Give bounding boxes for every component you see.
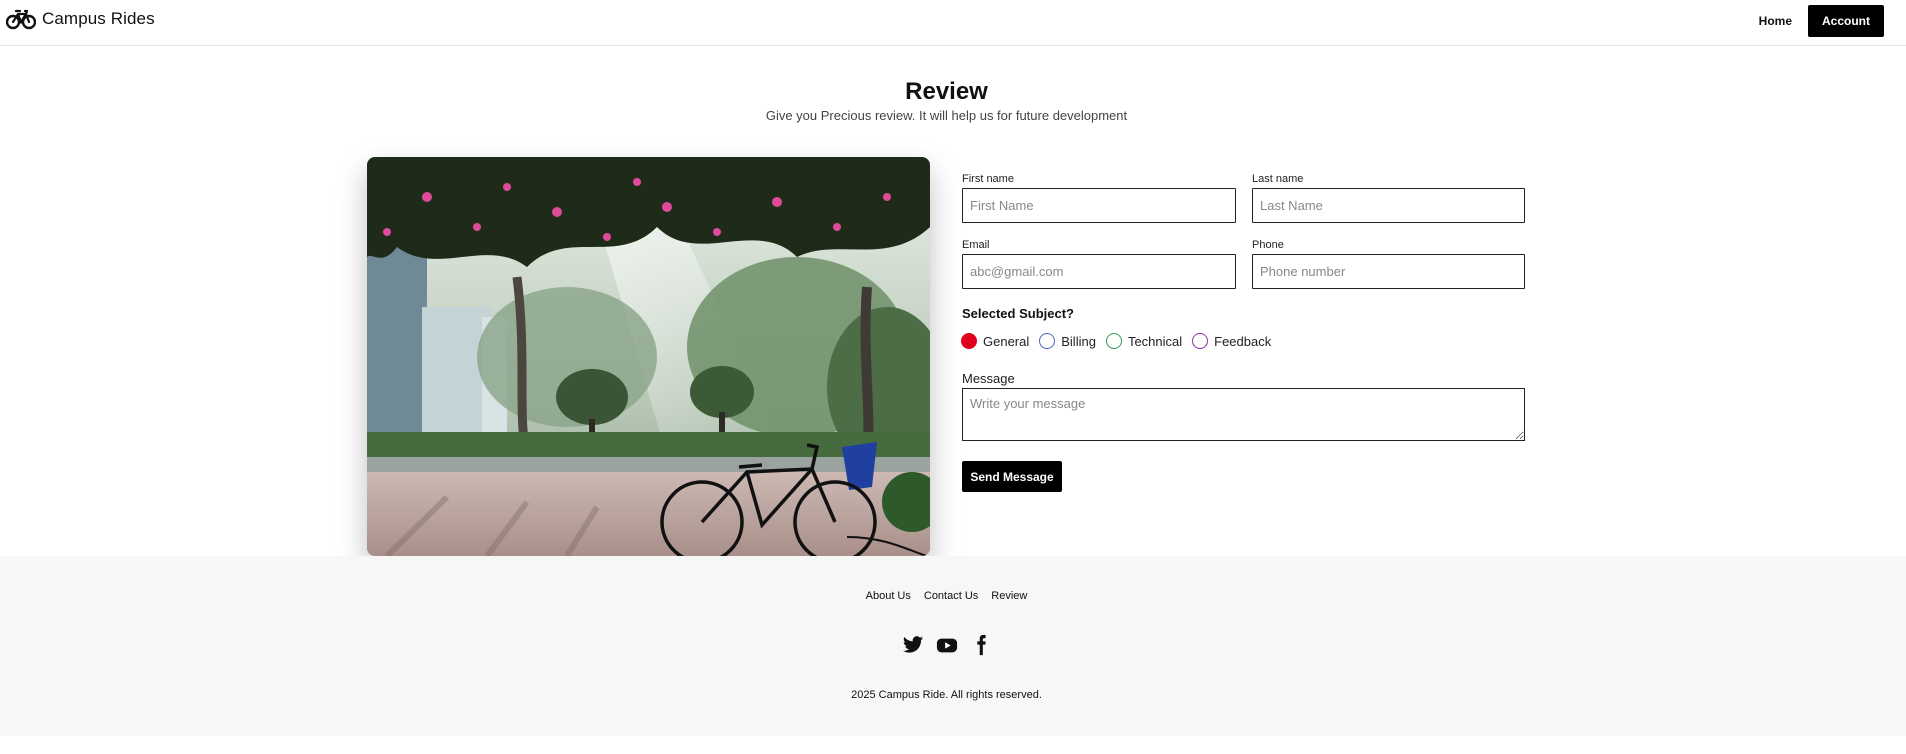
footer-link-contact[interactable]: Contact Us [924, 590, 978, 602]
page-title: Review [905, 78, 988, 105]
bicycle-icon [6, 9, 36, 30]
copyright-text: 2025 Campus Ride. All rights reserved. [851, 689, 1042, 701]
brand-logo-link[interactable]: Campus Rides [6, 8, 155, 30]
footer-links: About Us Contact Us Review [0, 590, 1893, 602]
message-label: Message [962, 371, 1015, 386]
subject-feedback-label: Feedback [1214, 333, 1272, 349]
subject-technical-radio[interactable] [1105, 333, 1122, 349]
email-label: Email [962, 239, 990, 251]
subject-billing-label: Billing [1061, 333, 1096, 349]
facebook-icon[interactable] [970, 634, 992, 656]
subject-radio-group: General Billing Technical Feedback [961, 333, 1281, 349]
last-name-input[interactable] [1252, 188, 1525, 223]
social-links [0, 634, 1893, 656]
account-button[interactable]: Account [1808, 5, 1884, 37]
subject-feedback-radio[interactable] [1192, 333, 1209, 349]
twitter-icon[interactable] [902, 634, 924, 656]
brand-name: Campus Rides [42, 9, 155, 28]
footer-link-about[interactable]: About Us [866, 590, 911, 602]
send-message-button[interactable]: Send Message [962, 461, 1062, 492]
campus-bicycle-photo [367, 157, 930, 556]
first-name-label: First name [962, 173, 1014, 185]
subject-general-radio[interactable] [961, 333, 977, 349]
phone-label: Phone [1252, 239, 1284, 251]
phone-input[interactable] [1252, 254, 1525, 289]
page-subtitle: Give you Precious review. It will help u… [765, 108, 1128, 123]
subject-technical-label: Technical [1127, 333, 1183, 349]
subject-feedback-option[interactable]: Feedback [1192, 333, 1271, 349]
top-navbar: Campus Rides Home Account [0, 0, 1906, 46]
email-input[interactable] [962, 254, 1236, 289]
last-name-label: Last name [1252, 173, 1304, 185]
nav-home-link[interactable]: Home [1755, 6, 1796, 36]
subject-billing-radio[interactable] [1039, 333, 1056, 349]
message-textarea[interactable] [962, 388, 1525, 441]
subject-general-label: General [983, 333, 1030, 349]
subject-billing-option[interactable]: Billing [1039, 333, 1096, 349]
subject-technical-option[interactable]: Technical [1105, 333, 1183, 349]
subject-general-option[interactable]: General [961, 333, 1029, 349]
youtube-icon[interactable] [936, 634, 958, 656]
footer-link-review[interactable]: Review [991, 590, 1027, 602]
subject-heading: Selected Subject? [962, 306, 1074, 321]
footer: About Us Contact Us Review 2025 Campus R… [0, 556, 1906, 736]
first-name-input[interactable] [962, 188, 1236, 223]
main-nav: Home Account [1755, 5, 1884, 37]
